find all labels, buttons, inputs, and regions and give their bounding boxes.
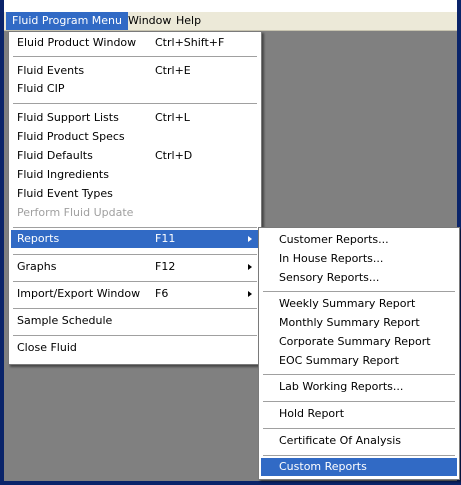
menu-item-event-types[interactable]: Fluid Event Types xyxy=(11,185,259,203)
window-frame-bottom xyxy=(0,481,461,485)
menu-separator xyxy=(13,335,257,336)
submenu-item-custom-reports[interactable]: Custom Reports xyxy=(261,458,457,476)
menu-fluid-program[interactable]: Fluid Program Menu xyxy=(6,12,128,30)
menu-item-import-export[interactable]: Import/Export Window F6 xyxy=(11,285,259,303)
menu-item-defaults[interactable]: Fluid Defaults Ctrl+D xyxy=(11,147,259,165)
menu-item-label: Fluid Events xyxy=(17,64,85,77)
menu-separator xyxy=(13,227,257,228)
menu-separator xyxy=(263,455,455,456)
menu-separator xyxy=(263,428,455,429)
menu-item-label: Sample Schedule xyxy=(17,314,113,327)
menu-item-label: Fluid Product Specs xyxy=(17,130,125,143)
submenu-item-monthly-summary[interactable]: Monthly Summary Report xyxy=(261,314,457,332)
menu-item-label: Custom Reports xyxy=(279,460,367,473)
submenu-item-certificate-of-analysis[interactable]: Certificate Of Analysis xyxy=(261,432,457,450)
menu-separator xyxy=(263,291,455,292)
submenu-item-hold-report[interactable]: Hold Report xyxy=(261,405,457,423)
menu-item-label: Fluid Support Lists xyxy=(17,111,119,124)
menu-separator xyxy=(13,56,257,57)
submenu-item-sensory-reports[interactable]: Sensory Reports... xyxy=(261,269,457,287)
submenu-item-eoc-summary[interactable]: EOC Summary Report xyxy=(261,352,457,370)
menu-bar: Fluid Program Menu Window Help xyxy=(4,12,457,31)
menu-item-label: Fluid Event Types xyxy=(17,187,113,200)
menu-help[interactable]: Help xyxy=(170,12,207,30)
menu-item-label: Graphs xyxy=(17,260,57,273)
menu-item-close-fluid[interactable]: Close Fluid xyxy=(11,339,259,357)
menu-item-shortcut: Ctrl+E xyxy=(155,64,191,77)
menu-item-fluid-cip[interactable]: Fluid CIP xyxy=(11,80,259,98)
menu-item-graphs[interactable]: Graphs F12 xyxy=(11,258,259,276)
menu-separator xyxy=(13,308,257,309)
menu-item-perform-update: Perform Fluid Update xyxy=(11,204,259,222)
menu-item-label: Close Fluid xyxy=(17,341,77,354)
menu-item-label: Monthly Summary Report xyxy=(279,316,420,329)
menu-item-label: Lab Working Reports... xyxy=(279,380,404,393)
menu-item-label: Fluid CIP xyxy=(17,82,65,95)
menu-item-label: Corporate Summary Report xyxy=(279,335,431,348)
menu-item-shortcut: Ctrl+D xyxy=(155,149,193,162)
submenu-item-in-house-reports[interactable]: In House Reports... xyxy=(261,250,457,268)
top-strip xyxy=(0,0,461,12)
window-frame-left xyxy=(0,0,4,485)
submenu-item-weekly-summary[interactable]: Weekly Summary Report xyxy=(261,295,457,313)
menu-item-shortcut: F11 xyxy=(155,232,176,245)
menu-separator xyxy=(13,281,257,282)
menu-item-label: Customer Reports... xyxy=(279,233,389,246)
menu-separator xyxy=(263,374,455,375)
menu-item-shortcut: F12 xyxy=(155,260,176,273)
submenu-item-lab-working-reports[interactable]: Lab Working Reports... xyxy=(261,378,457,396)
submenu-arrow-icon xyxy=(248,236,252,242)
menu-item-shortcut: Ctrl+Shift+F xyxy=(155,36,225,49)
menu-separator xyxy=(13,254,257,255)
menu-item-shortcut: F6 xyxy=(155,287,169,300)
menu-separator xyxy=(263,401,455,402)
menu-item-label: Fluid Defaults xyxy=(17,149,93,162)
submenu-arrow-icon xyxy=(248,264,252,270)
submenu-item-customer-reports[interactable]: Customer Reports... xyxy=(261,231,457,249)
menu-item-label: Eluid Product Window xyxy=(17,36,137,49)
menu-separator xyxy=(13,103,257,104)
menu-item-label: Weekly Summary Report xyxy=(279,297,416,310)
submenu-item-corporate-summary[interactable]: Corporate Summary Report xyxy=(261,333,457,351)
menu-item-label: Reports xyxy=(17,232,60,245)
menu-item-label: Hold Report xyxy=(279,407,345,420)
menu-item-fluid-events[interactable]: Fluid Events Ctrl+E xyxy=(11,62,259,80)
menu-item-label: EOC Summary Report xyxy=(279,354,399,367)
menu-item-label: Sensory Reports... xyxy=(279,271,380,284)
reports-submenu: Customer Reports... In House Reports... … xyxy=(258,227,460,480)
fluid-program-dropdown: Eluid Product Window Ctrl+Shift+F Fluid … xyxy=(8,31,262,365)
menu-item-label: Perform Fluid Update xyxy=(17,206,134,219)
menu-item-product-window[interactable]: Eluid Product Window Ctrl+Shift+F xyxy=(11,34,259,52)
submenu-arrow-icon xyxy=(248,291,252,297)
menu-item-label: Import/Export Window xyxy=(17,287,141,300)
menu-item-support-lists[interactable]: Fluid Support Lists Ctrl+L xyxy=(11,109,259,127)
menu-item-sample-schedule[interactable]: Sample Schedule xyxy=(11,312,259,330)
menu-item-shortcut: Ctrl+L xyxy=(155,111,190,124)
menu-item-label: Fluid Ingredients xyxy=(17,168,109,181)
menu-item-product-specs[interactable]: Fluid Product Specs xyxy=(11,128,259,146)
menu-item-reports[interactable]: Reports F11 xyxy=(11,230,259,248)
menu-item-label: Certificate Of Analysis xyxy=(279,434,401,447)
menu-item-ingredients[interactable]: Fluid Ingredients xyxy=(11,166,259,184)
menu-item-label: In House Reports... xyxy=(279,252,384,265)
